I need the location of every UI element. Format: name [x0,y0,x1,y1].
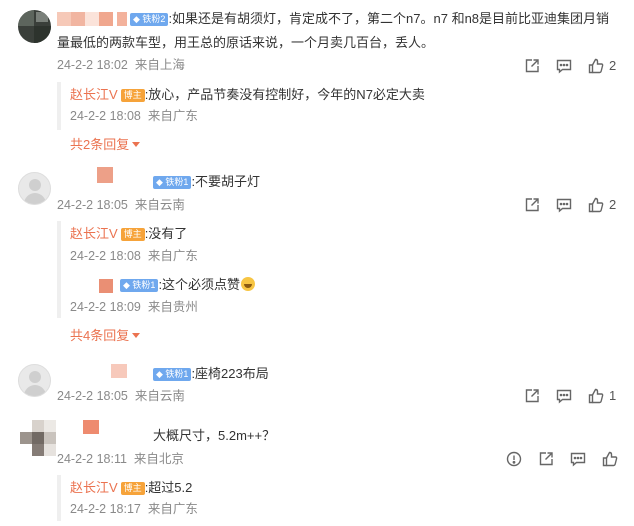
comment-text: 大概尺寸，5.2m++？ [153,428,276,443]
reply-text: 赵长江V 博主:放心，产品节奏没有控制好，今年的N7必定大卖 [70,87,425,102]
comment-text: ◆ 铁粉2:如果还是有胡须灯，肯定成不了，第二个n7。n7 和n8是目前比亚迪集… [130,11,609,27]
caret-down-icon [132,142,141,147]
share-icon[interactable] [523,387,541,405]
reply-author[interactable]: 赵长江V [70,87,118,102]
more-replies-link[interactable]: 共2条回复 [70,137,141,153]
like-count: 2 [609,197,617,212]
comment-meta: 24-2-2 18:02 来自上海 [57,58,185,72]
username-blurred[interactable] [57,12,127,26]
reply-text: 赵长江V 博主:没有了 [70,226,188,241]
share-icon[interactable] [537,450,555,468]
avatar[interactable] [18,172,51,205]
reply-text: 赵长江V 博主:超过5.2 [70,480,193,495]
comment-icon[interactable] [569,450,587,468]
like-icon[interactable] [587,196,605,214]
reply-meta: 24-2-2 18:17 来自广东 [70,502,198,516]
reply-author[interactable]: 赵长江V [70,480,118,495]
comment-meta: 24-2-2 18:05 来自云南 [57,389,185,403]
blogger-badge: 博主 [120,89,145,102]
comment-meta: 24-2-2 18:11 来自北京 [57,452,184,466]
reply-thread-bar [57,82,61,130]
fan-level-badge: ◆ 铁粉1 [120,279,159,292]
more-replies-link[interactable]: 共4条回复 [70,328,141,344]
like-count: 2 [609,58,617,73]
fan-level-badge: ◆ 铁粉1 [153,368,192,381]
laughing-emoji-icon [241,277,256,291]
report-icon[interactable] [505,450,523,468]
username-blurred[interactable] [97,167,113,183]
avatar[interactable] [18,10,51,43]
caret-down-icon [132,333,141,338]
blogger-badge: 博主 [120,228,145,241]
reply-meta: 24-2-2 18:09 来自贵州 [70,300,198,314]
fan-level-badge: ◆ 铁粉2 [130,13,169,26]
share-icon[interactable] [523,57,541,75]
avatar[interactable] [20,420,56,464]
username-blurred[interactable] [99,279,113,293]
reply-text: ◆ 铁粉1:这个必须点赞 [120,277,256,293]
comment-icon[interactable] [555,57,573,75]
comment-icon[interactable] [555,387,573,405]
like-icon[interactable] [601,450,619,468]
reply-thread-bar [57,475,61,521]
like-icon[interactable] [587,57,605,75]
share-icon[interactable] [523,196,541,214]
like-icon[interactable] [587,387,605,405]
comment-text: ◆ 铁粉1:不要胡子灯 [153,174,260,190]
reply-meta: 24-2-2 18:08 来自广东 [70,109,198,123]
reply-author[interactable]: 赵长江V [70,226,118,241]
fan-level-badge: ◆ 铁粉1 [153,176,192,189]
avatar[interactable] [18,364,51,397]
comment-text-line2: 量最低的两款车型，用王总的原话来说，一个月卖几百台，丢人。 [57,35,435,50]
blogger-badge: 博主 [120,482,145,495]
reply-meta: 24-2-2 18:08 来自广东 [70,249,198,263]
reply-thread-bar [57,221,61,318]
comment-text: ◆ 铁粉1:座椅223布局 [153,366,269,382]
comment-meta: 24-2-2 18:05 来自云南 [57,198,185,212]
comment-icon[interactable] [555,196,573,214]
like-count: 1 [609,388,617,403]
username-blurred[interactable] [111,364,127,378]
username-blurred[interactable] [83,420,99,434]
